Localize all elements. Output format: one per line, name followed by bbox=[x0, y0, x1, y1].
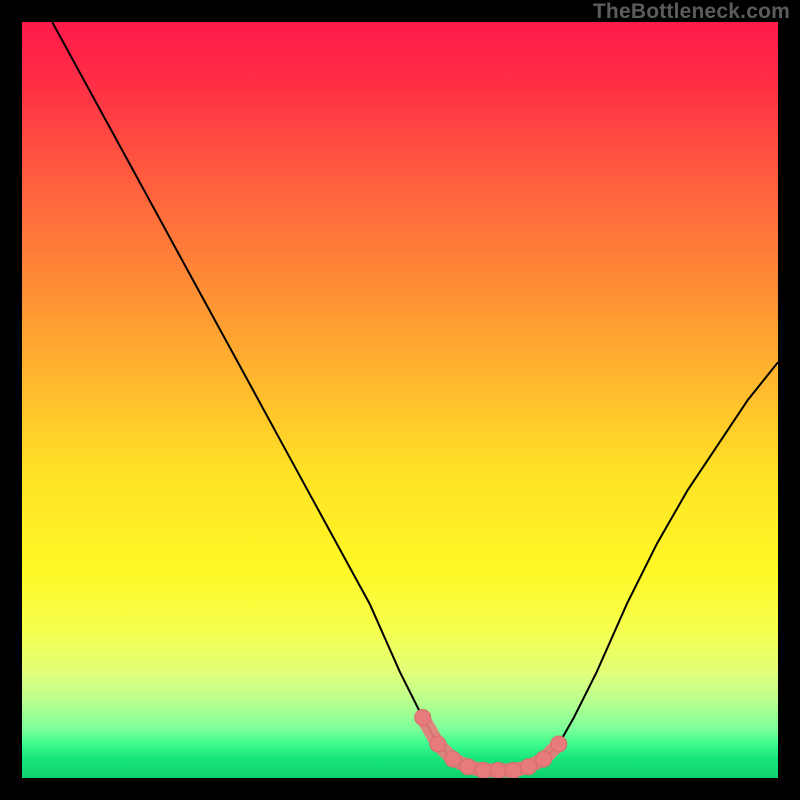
attribution-label: TheBottleneck.com bbox=[593, 0, 790, 24]
marker-dot bbox=[460, 759, 476, 775]
marker-dot bbox=[490, 762, 506, 778]
marker-dot bbox=[551, 736, 567, 752]
marker-dot bbox=[445, 751, 461, 767]
marker-dot bbox=[505, 762, 521, 778]
chart-svg bbox=[22, 22, 778, 778]
plot-area bbox=[22, 22, 778, 778]
marker-dot bbox=[415, 710, 431, 726]
gradient-background bbox=[22, 22, 778, 778]
marker-dot bbox=[430, 736, 446, 752]
marker-dot bbox=[475, 762, 491, 778]
chart-frame: TheBottleneck.com bbox=[0, 0, 800, 800]
marker-dot bbox=[521, 759, 537, 775]
marker-dot bbox=[536, 751, 552, 767]
